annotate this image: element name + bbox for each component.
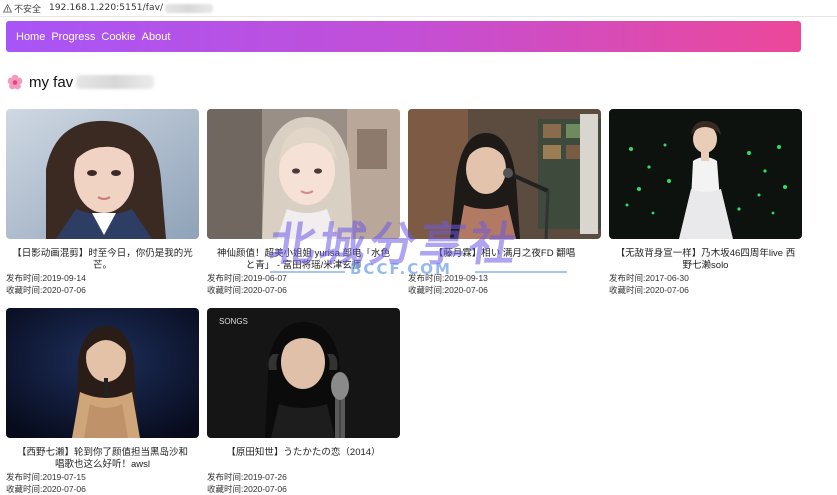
- nav-home[interactable]: Home: [16, 31, 45, 43]
- nav-cookie[interactable]: Cookie: [101, 31, 135, 43]
- video-thumbnail[interactable]: [207, 109, 400, 239]
- video-title[interactable]: 【西野七濑】轮到你了颜值担当黑岛沙和 唱歌也这么好听！awsl: [6, 447, 199, 471]
- publish-date: 发布时间:2017-06-30: [609, 273, 689, 283]
- publish-date: 发布时间:2019-07-26: [207, 472, 287, 482]
- video-title[interactable]: 【日影动画混剪】时至今日，你仍是我的光芒。: [6, 248, 199, 272]
- flower-icon: [7, 74, 23, 90]
- video-title[interactable]: 【原田知世】うたかたの恋（2014）: [207, 447, 400, 471]
- collect-date: 收藏时间:2020-07-06: [207, 484, 287, 494]
- publish-date: 发布时间:2019-06-07: [207, 273, 287, 283]
- video-thumbnail[interactable]: [6, 109, 199, 239]
- top-navbar: Home Progress Cookie About: [6, 21, 801, 52]
- warning-icon: [3, 3, 12, 13]
- redacted-title-segment: [76, 75, 155, 89]
- collect-date: 收藏时间:2020-07-06: [609, 285, 689, 295]
- video-card[interactable]: 【日影动画混剪】时至今日，你仍是我的光芒。 发布时间:2019-09-14 收藏…: [6, 109, 199, 296]
- page-title-text: my fav: [29, 73, 74, 91]
- video-card[interactable]: SONGS 【原田知世】うたかたの恋（2014） 发布时间:2019-07-26…: [207, 308, 400, 495]
- video-title[interactable]: 【无敌背身宣一样】乃木坂46四周年live 西野七濑solo: [609, 248, 802, 272]
- collect-date: 收藏时间:2020-07-06: [6, 285, 86, 295]
- publish-date: 发布时间:2019-09-13: [408, 273, 488, 283]
- video-thumbnail[interactable]: SONGS: [207, 308, 400, 438]
- video-title[interactable]: 【藤月霖】相い 满月之夜FD 翻唱: [408, 248, 601, 272]
- video-thumbnail[interactable]: [609, 109, 802, 239]
- collect-date: 收藏时间:2020-07-06: [408, 285, 488, 295]
- songs-label: SONGS: [219, 317, 248, 326]
- video-thumbnail[interactable]: [6, 308, 199, 438]
- video-thumbnail[interactable]: [408, 109, 601, 239]
- url-text[interactable]: 192.168.1.220:5151/fav/: [49, 3, 163, 13]
- video-card[interactable]: 【西野七濑】轮到你了颜值担当黑岛沙和 唱歌也这么好听！awsl 发布时间:201…: [6, 308, 199, 495]
- publish-date: 发布时间:2019-09-14: [6, 273, 86, 283]
- video-card[interactable]: 【藤月霖】相い 满月之夜FD 翻唱 发布时间:2019-09-13 收藏时间:2…: [408, 109, 601, 296]
- publish-date: 发布时间:2019-07-15: [6, 472, 86, 482]
- browser-address-bar[interactable]: 不安全 192.168.1.220:5151/fav/: [0, 0, 837, 17]
- video-title[interactable]: 神仙颜值！超美小姐姐 yurisa 部电「水色と青」 - 富田将瑶/米津玄师: [207, 248, 400, 272]
- video-card[interactable]: 【无敌背身宣一样】乃木坂46四周年live 西野七濑solo 发布时间:2017…: [609, 109, 802, 296]
- redacted-url-segment: [165, 3, 214, 13]
- nav-progress[interactable]: Progress: [51, 31, 95, 43]
- security-label: 不安全: [14, 4, 42, 15]
- collect-date: 收藏时间:2020-07-06: [6, 484, 86, 494]
- nav-about[interactable]: About: [142, 31, 171, 43]
- video-card[interactable]: 神仙颜值！超美小姐姐 yurisa 部电「水色と青」 - 富田将瑶/米津玄师 发…: [207, 109, 400, 296]
- page-title: my fav: [7, 72, 155, 92]
- collect-date: 收藏时间:2020-07-06: [207, 285, 287, 295]
